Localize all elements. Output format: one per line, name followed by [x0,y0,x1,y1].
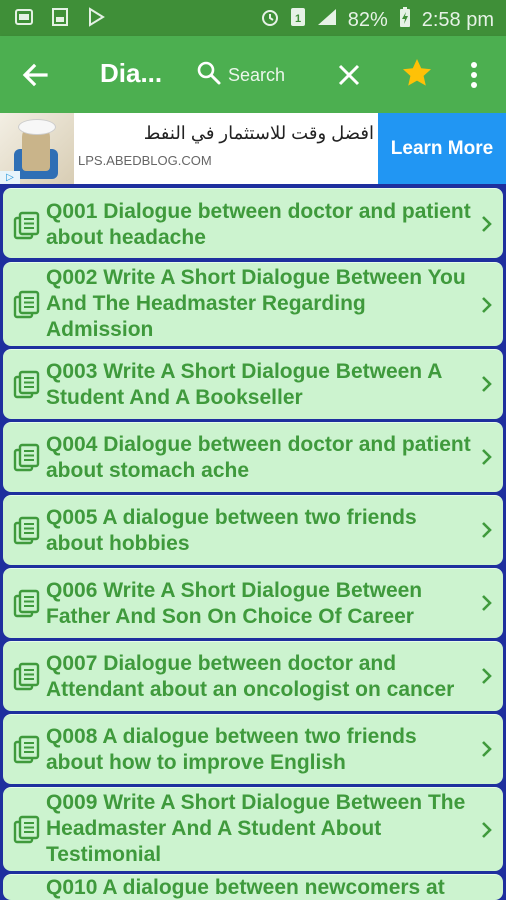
ad-headline: افضل وقت للاستثمار في النفط [143,123,374,143]
item-label: Q003 Write A Short Dialogue Between A St… [46,360,442,409]
chevron-right-icon [479,294,495,316]
list-item[interactable]: Q006 Write A Short Dialogue Between Fath… [3,568,503,638]
item-label: Q005 A dialogue between two friends abou… [46,506,417,555]
learn-more-button[interactable]: Learn More [378,113,506,184]
chevron-right-icon [479,819,495,841]
svg-text:1: 1 [295,13,301,25]
document-list-icon [12,290,42,320]
list-item[interactable]: Q008 A dialogue between two friends abou… [3,714,503,784]
document-list-icon [12,662,42,692]
item-label: Q002 Write A Short Dialogue Between You … [46,266,466,341]
item-label: Q008 A dialogue between two friends abou… [46,725,417,774]
item-label: Q004 Dialogue between doctor and patient… [46,433,471,482]
ad-domain: LPS.ABEDBLOG.COM [78,153,212,168]
signal-icon [316,7,338,33]
alarm-icon [260,7,280,33]
battery-percent: 82% [347,8,388,31]
list-item[interactable]: Q002 Write A Short Dialogue Between You … [3,262,503,346]
chevron-right-icon [479,213,495,235]
item-label: Q007 Dialogue between doctor and Attenda… [46,652,455,701]
ad-banner[interactable]: ▷ افضل وقت للاستثمار في النفط LPS.ABEDBL… [0,113,506,184]
image-notification-icon [50,7,70,27]
document-list-icon [12,815,42,845]
close-icon[interactable] [333,59,365,91]
list-item[interactable]: Q007 Dialogue between doctor and Attenda… [3,641,503,711]
chevron-right-icon [479,738,495,760]
back-arrow-icon[interactable] [18,58,52,92]
chevron-right-icon [479,519,495,541]
item-label: Q010 A dialogue between newcomers at [46,876,445,899]
document-list-icon [12,589,42,619]
list-item[interactable]: Q010 A dialogue between newcomers at [3,874,503,900]
sim-icon: 1 [290,7,306,33]
chevron-right-icon [479,446,495,468]
star-icon[interactable] [401,57,433,89]
document-list-icon [12,516,42,546]
more-vert-icon[interactable] [462,58,486,92]
document-list-icon [12,735,42,765]
list-item[interactable]: Q004 Dialogue between doctor and patient… [3,422,503,492]
item-label: Q001 Dialogue between doctor and patient… [46,200,471,249]
battery-charging-icon [398,6,412,34]
app-bar: Dia... Search [0,36,506,113]
document-list-icon [12,211,42,241]
document-list-icon [12,443,42,473]
list-item[interactable]: Q009 Write A Short Dialogue Between The … [3,787,503,871]
clock: 2:58 pm [421,8,494,31]
chevron-right-icon [479,373,495,395]
search-box[interactable]: Search [196,58,285,92]
document-list-icon [12,370,42,400]
status-bar: 1 82% 2:58 pm [0,0,506,36]
search-icon [196,60,222,91]
list-item[interactable]: Q005 A dialogue between two friends abou… [3,495,503,565]
list-item[interactable]: Q003 Write A Short Dialogue Between A St… [3,349,503,419]
gallery-notification-icon [14,7,34,27]
page-title: Dia... [100,58,163,88]
item-label: Q009 Write A Short Dialogue Between The … [46,791,466,866]
chevron-right-icon [479,592,495,614]
list-item[interactable]: Q001 Dialogue between doctor and patient… [3,188,503,258]
chevron-right-icon [479,665,495,687]
search-placeholder: Search [228,64,286,85]
item-label: Q006 Write A Short Dialogue Between Fath… [46,579,423,628]
adchoices-icon[interactable]: ▷ [0,171,20,184]
play-store-notification-icon [86,7,106,27]
